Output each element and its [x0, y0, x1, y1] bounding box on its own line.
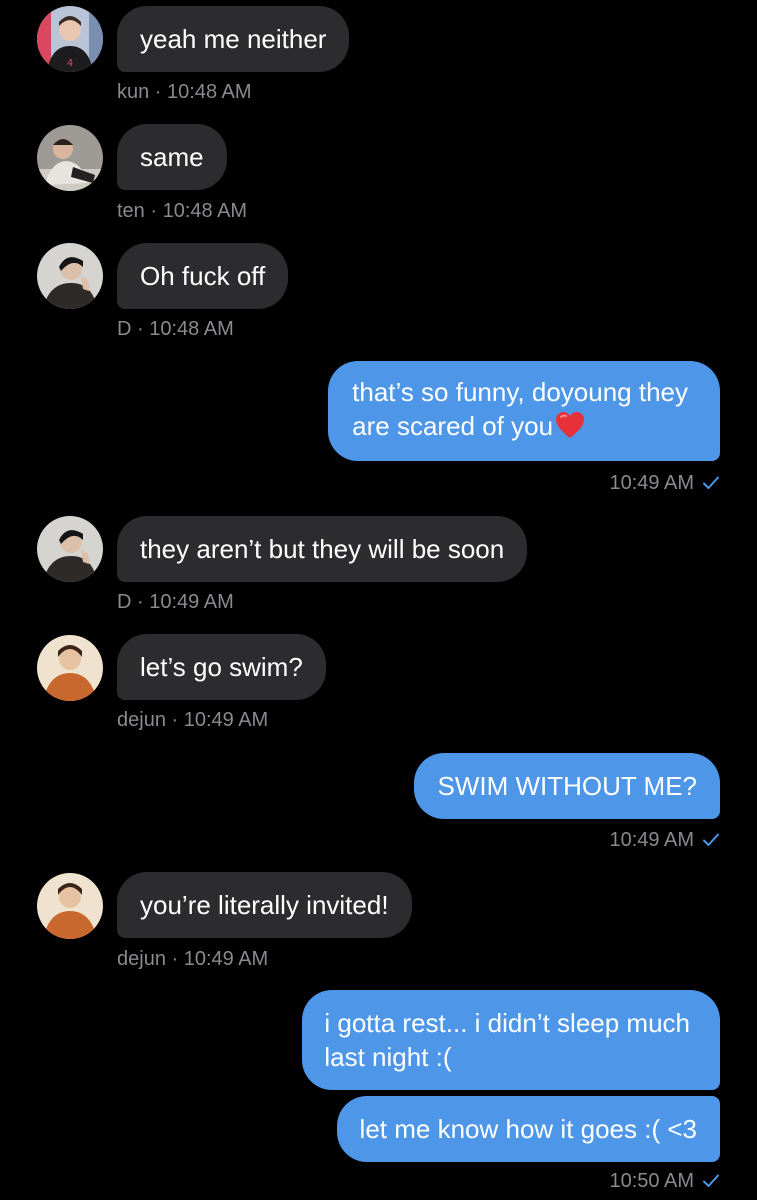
message-bubble-incoming[interactable]: Oh fuck off — [117, 243, 289, 309]
message-text: they aren’t but they will be soon — [140, 534, 505, 564]
message-time: 10:49 AM — [183, 948, 269, 970]
avatar-d[interactable] — [37, 516, 103, 582]
message-text: let’s go swim? — [140, 652, 303, 682]
svg-text:4: 4 — [67, 58, 73, 69]
avatar-d-image — [37, 516, 103, 582]
avatar-kun-image: 4 — [37, 6, 103, 72]
message-time: 10:49 AM — [609, 472, 694, 494]
message-meta: dejun · 10:49 AM — [117, 948, 269, 970]
avatar-d[interactable] — [37, 243, 103, 309]
message-time: 10:48 AM — [149, 318, 234, 340]
message-time: 10:48 AM — [167, 81, 252, 103]
avatar-dejun[interactable] — [37, 635, 103, 701]
message-text: same — [140, 142, 204, 172]
checkmark-icon — [702, 1172, 720, 1195]
message-text-line: that’s so funny, doyoung they — [352, 377, 688, 407]
message-time: 10:49 AM — [609, 829, 694, 851]
message-meta: D · 10:49 AM — [117, 591, 234, 613]
message-time: 10:49 AM — [183, 709, 269, 731]
message-bubble-outgoing[interactable]: SWIM WITHOUT ME? — [414, 753, 720, 819]
message-time: 10:49 AM — [149, 591, 234, 613]
message-text: Oh fuck off — [140, 261, 266, 291]
avatar-ten-image — [37, 125, 103, 191]
message-text: you’re literally invited! — [140, 890, 389, 920]
message-time: 10:50 AM — [609, 1170, 694, 1192]
message-meta: 10:49 AM — [609, 472, 720, 497]
sender-name: D — [117, 591, 132, 613]
message-text: let me know how it goes :( <3 — [359, 1114, 697, 1144]
message-bubble-incoming[interactable]: same — [117, 124, 227, 190]
message-meta: D · 10:48 AM — [117, 318, 234, 340]
avatar-ten[interactable] — [37, 125, 103, 191]
message-bubble-incoming[interactable]: yeah me neither — [117, 6, 350, 72]
message-text-line: i gotta rest... i didn’t sleep much — [324, 1008, 690, 1038]
message-meta: dejun · 10:49 AM — [117, 709, 269, 731]
message-bubble-outgoing[interactable]: i gotta rest... i didn’t sleep much last… — [302, 990, 720, 1090]
sender-name: kun — [117, 81, 150, 103]
message-bubble-outgoing[interactable]: let me know how it goes :( <3 — [336, 1096, 720, 1162]
message-text-line: are scared of you — [352, 411, 554, 441]
checkmark-icon — [702, 831, 720, 854]
avatar-dejun[interactable] — [37, 873, 103, 939]
message-bubble-incoming[interactable]: let’s go swim? — [117, 634, 326, 700]
message-meta: ten · 10:48 AM — [117, 200, 248, 222]
avatar-kun[interactable]: 4 — [37, 6, 103, 72]
message-text-line: last night :( — [324, 1042, 452, 1072]
message-meta: 10:49 AM — [609, 829, 720, 854]
message-bubble-outgoing[interactable]: that’s so funny, doyoung they are scared… — [328, 361, 720, 461]
message-text-line-with-emoji: are scared of you — [352, 409, 688, 447]
sender-name: D — [117, 318, 132, 340]
avatar-dejun-image — [37, 635, 103, 701]
sender-name: dejun — [117, 709, 166, 731]
sender-name: ten — [117, 200, 145, 222]
message-meta: kun · 10:48 AM — [117, 81, 252, 103]
message-bubble-incoming[interactable]: you’re literally invited! — [117, 872, 412, 938]
avatar-d-image — [37, 243, 103, 309]
sender-name: dejun — [117, 948, 166, 970]
message-text: SWIM WITHOUT ME? — [437, 771, 697, 801]
message-text: yeah me neither — [140, 24, 327, 54]
avatar-dejun-image — [37, 873, 103, 939]
checkmark-icon — [702, 474, 720, 497]
message-bubble-incoming[interactable]: they aren’t but they will be soon — [117, 516, 528, 582]
red-heart-icon — [555, 411, 585, 447]
message-time: 10:48 AM — [162, 200, 248, 222]
message-meta: 10:50 AM — [609, 1170, 720, 1195]
